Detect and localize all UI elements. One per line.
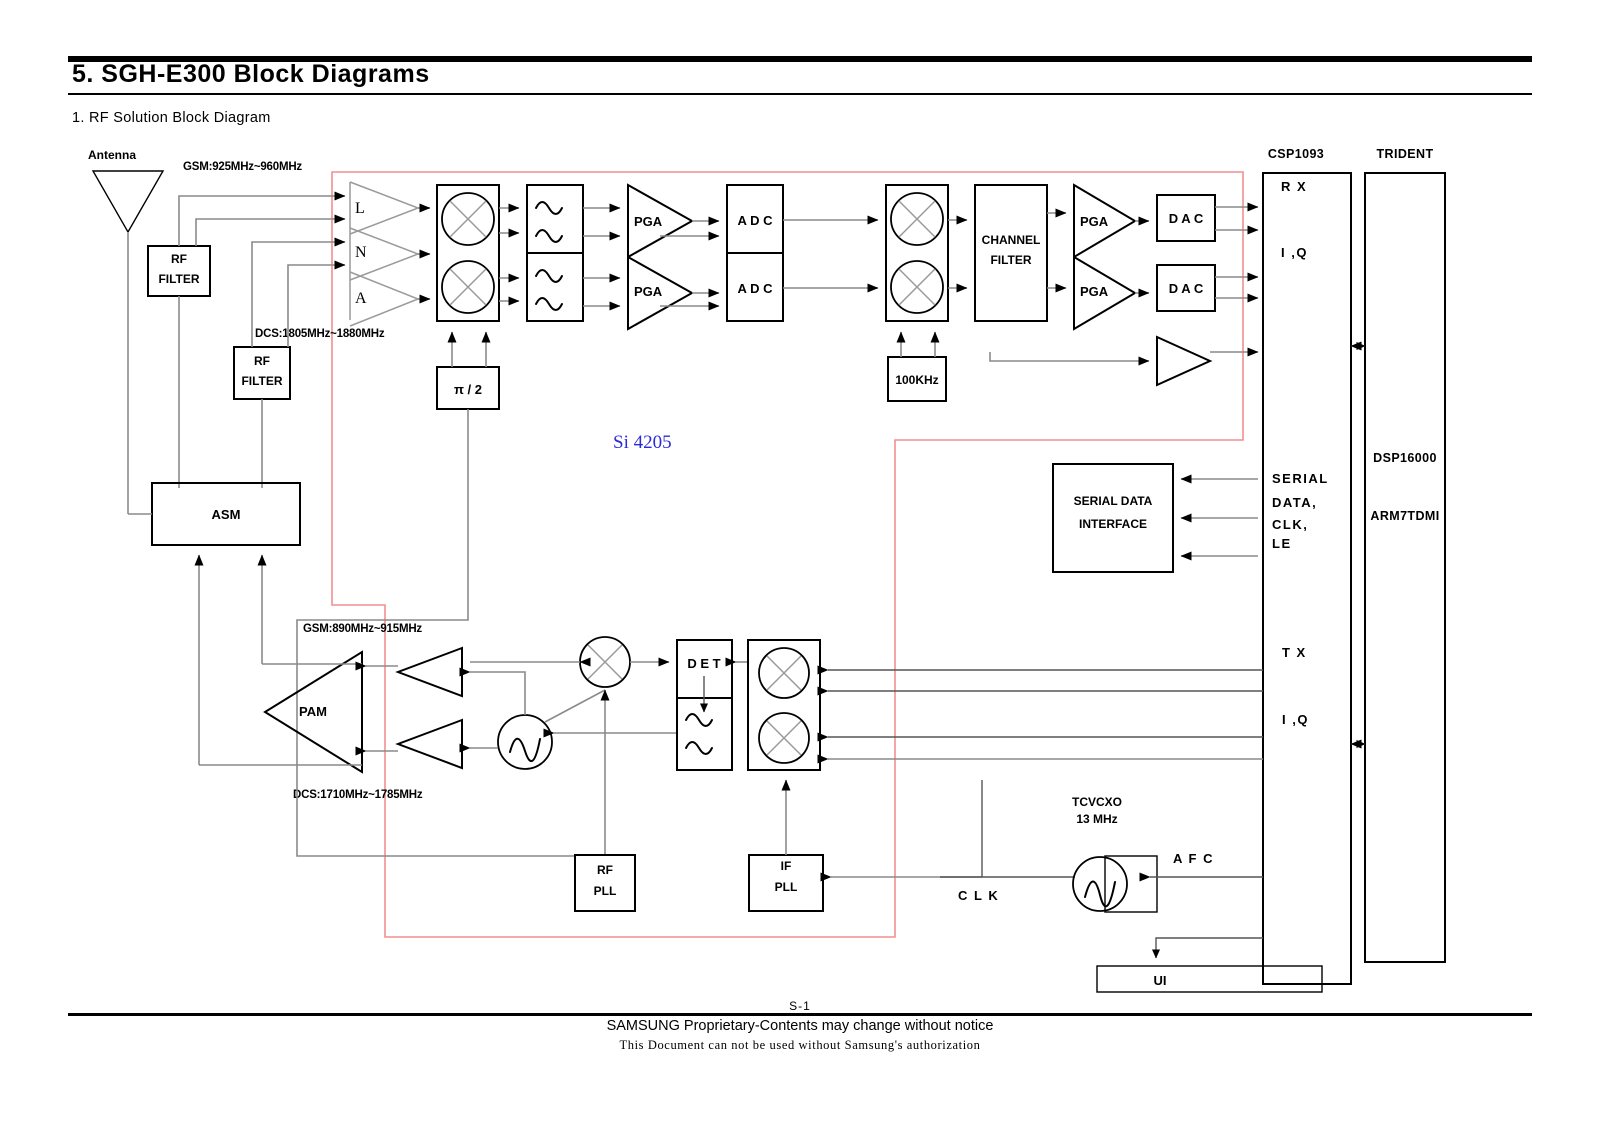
serial-data-interface-label-line2: INTERFACE <box>1079 517 1147 531</box>
antenna-icon <box>91 170 165 234</box>
wire-aux-in <box>989 352 1150 366</box>
rf-filter-1-label-line2: FILTER <box>158 272 199 286</box>
csp1093-pin-tx: T X <box>1282 645 1307 660</box>
antenna-label: Antenna <box>88 148 136 162</box>
rx-lpf-q-wave-2 <box>535 297 563 311</box>
out-pga-i-label: PGA <box>1080 214 1109 229</box>
asm-label: ASM <box>212 507 241 522</box>
rx-lpf-i-wave-2 <box>535 229 563 243</box>
serial-data-interface-label-line1: SERIAL DATA <box>1074 494 1153 508</box>
drv-amp-dcs-triangle <box>395 718 463 770</box>
rf-pll-label-line1: RF <box>597 863 613 877</box>
rf-filter-2-label-line2: FILTER <box>241 374 282 388</box>
trident-core-dsp: DSP16000 <box>1373 451 1437 465</box>
lna-label-l: L <box>355 200 365 217</box>
csp1093-pin-le: LE <box>1272 536 1292 551</box>
dcs-tx-band-label: DCS:1710MHz~1785MHz <box>293 789 423 801</box>
wire-csp-to-ui <box>1152 937 1263 959</box>
wire-rffilter1-to-lna1 <box>178 191 346 246</box>
page-number: S-1 <box>789 999 811 1013</box>
lna-label-n: N <box>355 244 367 261</box>
tcvcxo-circle <box>1072 856 1128 912</box>
if-pll-label-line2: PLL <box>775 880 798 894</box>
trident-core-arm: ARM7TDMI <box>1370 509 1439 523</box>
tcvcxo-label-line2: 13 MHz <box>1076 812 1117 826</box>
page-root: 5. SGH-E300 Block Diagrams 1. RF Solutio… <box>0 0 1600 1132</box>
drv-amp-gsm-triangle <box>395 646 463 698</box>
csp1093-pin-clk: CLK, <box>1272 517 1308 532</box>
rf-filter-1-label-line1: RF <box>171 252 187 266</box>
rf-pll-label-line2: PLL <box>594 884 617 898</box>
adc-i-label: A D C <box>738 213 774 228</box>
rx-pga-q-label: PGA <box>634 284 663 299</box>
csp1093-pin-rx: R X <box>1281 179 1307 194</box>
dac-i-label: D A C <box>1169 211 1204 226</box>
adc-q-label: A D C <box>738 281 774 296</box>
pam-label: PAM <box>299 704 327 719</box>
dac-q-label: D A C <box>1169 281 1204 296</box>
footer-rule <box>68 1013 1532 1016</box>
gsm-tx-band-label: GSM:890MHz~915MHz <box>303 623 422 635</box>
aux-amp-triangle <box>1156 335 1213 387</box>
channel-filter-label-line2: FILTER <box>990 253 1031 267</box>
trident-title: TRIDENT <box>1377 147 1434 161</box>
tcvcxo-box <box>1104 855 1158 913</box>
det-lpf-wave-2 <box>685 741 713 755</box>
rf-filter-2-label-line1: RF <box>254 354 270 368</box>
lna-label-a: A <box>355 290 367 307</box>
csp1093-pin-data: DATA, <box>1272 495 1317 510</box>
si4205-label: Si 4205 <box>613 432 672 453</box>
wire-txosc-to-drvgsm <box>459 667 526 715</box>
csp1093-title: CSP1093 <box>1268 147 1324 161</box>
clk-label: C L K <box>958 888 999 903</box>
det-lpf-wave-1 <box>685 713 713 727</box>
tcvcxo-wave <box>1084 880 1116 908</box>
rf-solution-block-diagram: Si 4205 Antenna GSM:925MHz~960MHz DCS:18… <box>88 147 1446 993</box>
det-label: D E T <box>687 656 720 671</box>
rx-lpf-q-wave-1 <box>535 269 563 283</box>
csp1093-pin-tx-iq: I ,Q <box>1282 712 1309 727</box>
tx-osc-wave <box>509 737 541 763</box>
osc-100khz-label: 100KHz <box>895 373 938 387</box>
footer-authorization-notice: This Document can not be used without Sa… <box>619 1038 981 1052</box>
if-modulator-block <box>747 639 821 771</box>
afc-label: A F C <box>1173 851 1214 866</box>
trident-block[interactable] <box>1364 172 1446 963</box>
tcvcxo-label-line1: TCVCXO <box>1072 795 1122 809</box>
rx-lpf-i-wave-1 <box>535 201 563 215</box>
if-pll-label-line1: IF <box>781 859 792 873</box>
channel-filter-label-line1: CHANNEL <box>982 233 1041 247</box>
footer-proprietary-notice: SAMSUNG Proprietary-Contents may change … <box>606 1018 994 1034</box>
gsm-rx-band-label: GSM:925MHz~960MHz <box>183 161 302 173</box>
tx-osc-circle <box>497 714 553 770</box>
dcs-rx-band-label: DCS:1805MHz~1880MHz <box>255 328 385 340</box>
ui-block[interactable] <box>1096 965 1323 993</box>
ui-label: UI <box>1154 973 1167 988</box>
rx-pga-i-label: PGA <box>634 214 663 229</box>
wire-txosc-up-to-txmixer <box>544 689 606 723</box>
csp1093-pin-rx-iq: I ,Q <box>1281 245 1308 260</box>
csp1093-pin-serial: SERIAL <box>1272 471 1329 486</box>
phase-shifter-label: π / 2 <box>454 382 482 397</box>
csp1093-block[interactable] <box>1262 172 1352 985</box>
out-pga-q-label: PGA <box>1080 284 1109 299</box>
